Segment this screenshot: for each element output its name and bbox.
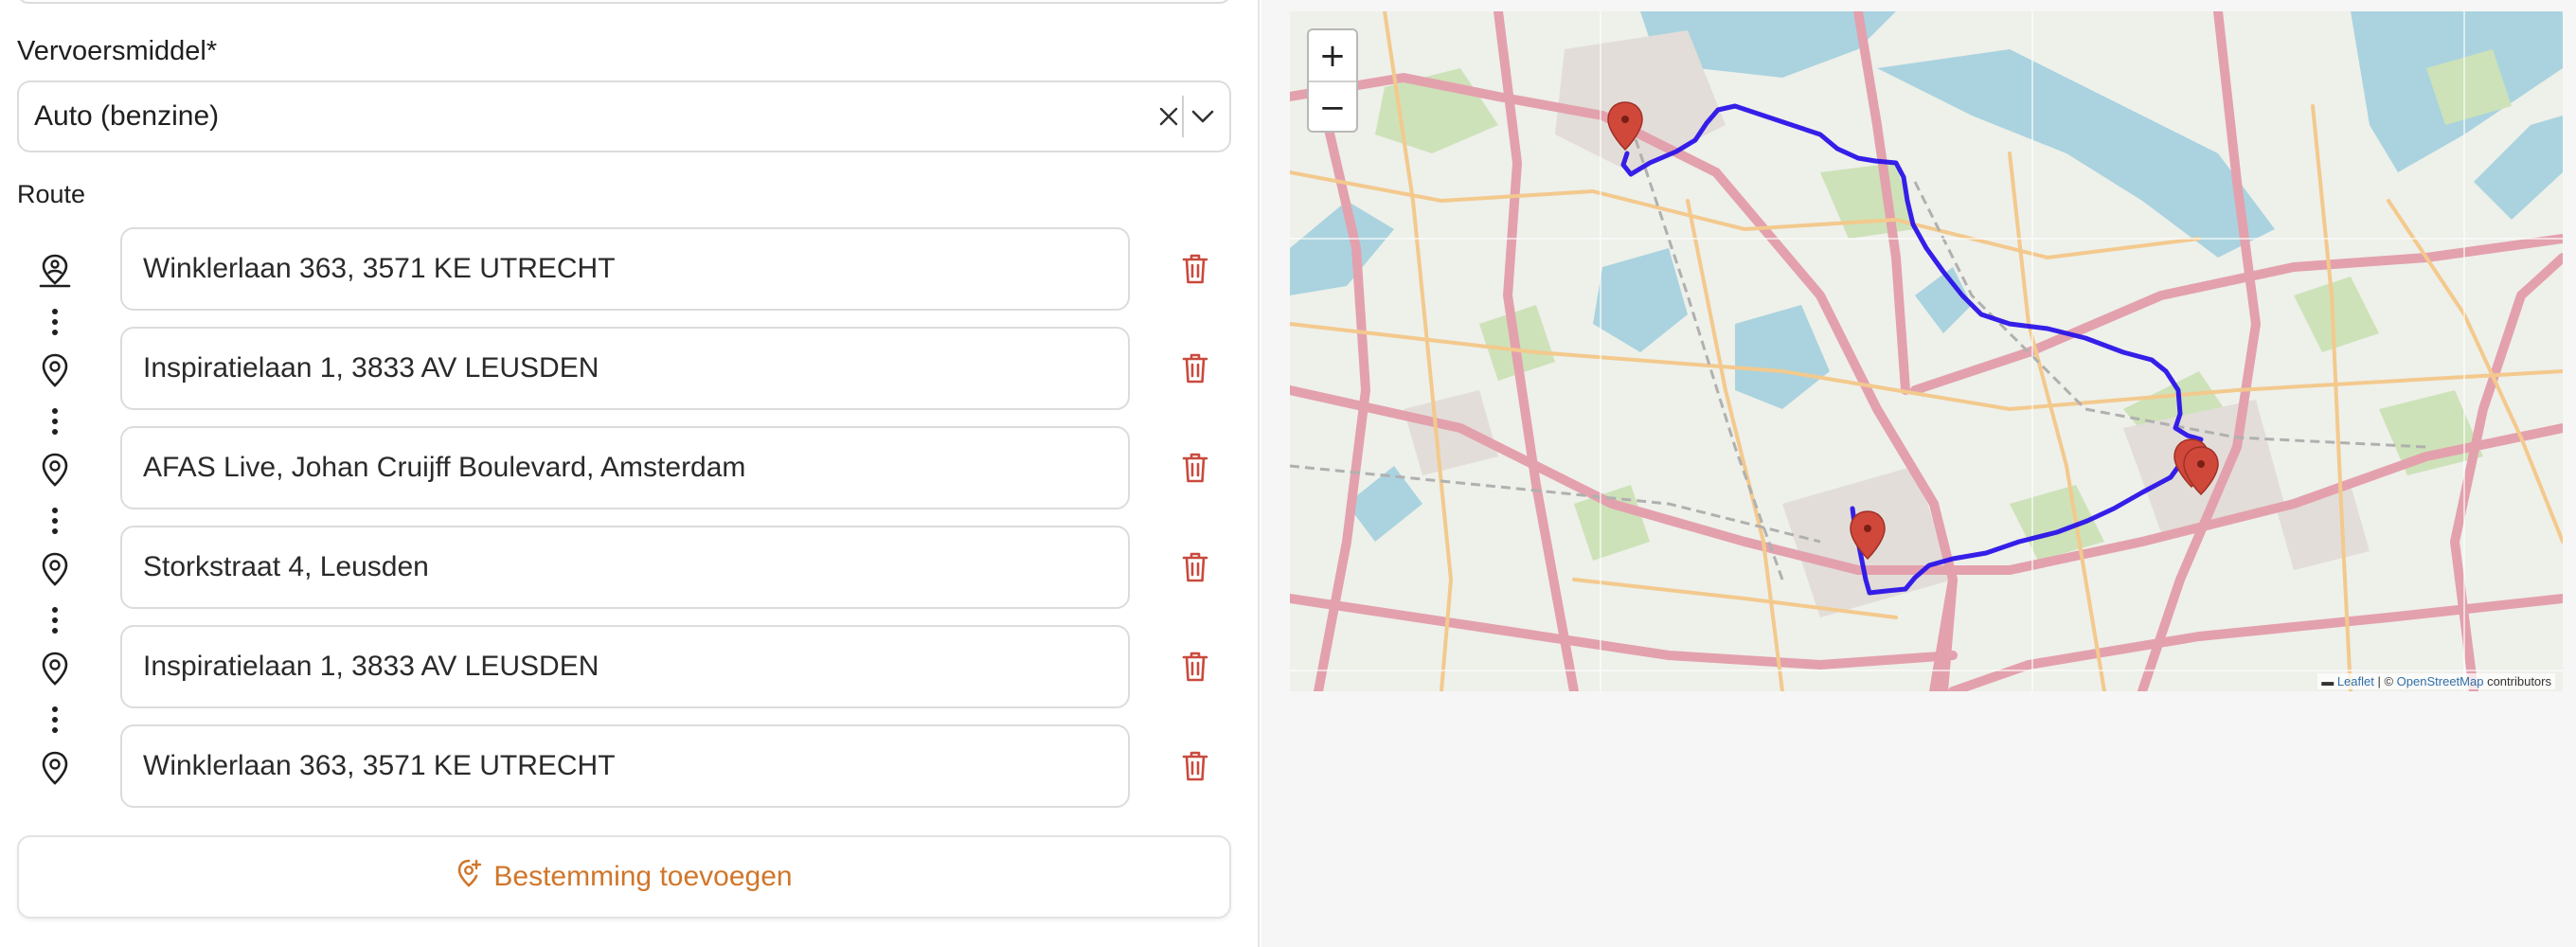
add-destination-label: Bestemming toevoegen [493, 861, 793, 892]
zoom-control: + − [1307, 28, 1358, 133]
map-pin-icon [36, 650, 74, 688]
vehicle-select[interactable]: Auto (benzine) [17, 80, 1231, 152]
map-panel: + − ▬ Leaflet | © OpenStreetMap contribu… [1261, 0, 2576, 947]
map-attribution: ▬ Leaflet | © OpenStreetMap contributors [2317, 673, 2555, 689]
stop-address-input[interactable]: Winklerlaan 363, 3571 KE UTRECHT [120, 227, 1130, 311]
route-stop: Inspiratielaan 1, 3833 AV LEUSDEN [0, 625, 1260, 710]
stop-address-input[interactable]: AFAS Live, Johan Cruijff Boulevard, Amst… [120, 426, 1130, 509]
attribution-separator: | © [2373, 674, 2397, 688]
attribution-suffix: contributors [2483, 674, 2551, 688]
map-pin-icon [36, 451, 74, 489]
route-stop: AFAS Live, Johan Cruijff Boulevard, Amst… [0, 426, 1260, 511]
trash-icon[interactable] [1176, 648, 1214, 686]
map-pin-icon [36, 550, 74, 588]
vehicle-label: Vervoersmiddel* [17, 36, 218, 66]
stop-address-input[interactable]: Winklerlaan 363, 3571 KE UTRECHT [120, 724, 1130, 808]
vehicle-select-value: Auto (benzine) [34, 100, 220, 132]
route-map[interactable]: + − ▬ Leaflet | © OpenStreetMap contribu… [1290, 11, 2563, 691]
leaflet-link[interactable]: Leaflet [2337, 674, 2374, 688]
osm-link[interactable]: OpenStreetMap [2397, 674, 2484, 688]
clear-icon[interactable] [1152, 99, 1186, 134]
zoom-out-button[interactable]: − [1309, 80, 1356, 133]
stop-address-input[interactable]: Inspiratielaan 1, 3833 AV LEUSDEN [120, 327, 1130, 410]
stop-address-input[interactable]: Inspiratielaan 1, 3833 AV LEUSDEN [120, 625, 1130, 708]
map-pin-user-icon [36, 252, 74, 290]
route-stop: Winklerlaan 363, 3571 KE UTRECHT [0, 227, 1260, 313]
trash-icon[interactable] [1176, 349, 1214, 387]
map-pin-plus-icon [456, 858, 482, 896]
flag-icon: ▬ [2321, 674, 2334, 688]
route-stop: Storkstraat 4, Leusden [0, 526, 1260, 611]
trash-icon[interactable] [1176, 250, 1214, 288]
map-pin-icon [36, 351, 74, 389]
previous-field[interactable] [17, 0, 1231, 4]
trash-icon[interactable] [1176, 548, 1214, 586]
route-stop: Winklerlaan 363, 3571 KE UTRECHT [0, 724, 1260, 810]
stop-address-input[interactable]: Storkstraat 4, Leusden [120, 526, 1130, 609]
add-destination-button[interactable]: Bestemming toevoegen [17, 835, 1231, 919]
chevron-down-icon[interactable] [1186, 99, 1220, 134]
route-form-panel: Vervoersmiddel* Auto (benzine) Route Win… [0, 0, 1260, 947]
route-stop: Inspiratielaan 1, 3833 AV LEUSDEN [0, 327, 1260, 412]
select-separator [1182, 96, 1184, 137]
map-pin-icon [36, 749, 74, 787]
trash-icon[interactable] [1176, 747, 1214, 785]
zoom-in-button[interactable]: + [1309, 30, 1356, 80]
map-tiles[interactable] [1290, 11, 2563, 691]
trash-icon[interactable] [1176, 449, 1214, 487]
route-label: Route [17, 180, 86, 208]
